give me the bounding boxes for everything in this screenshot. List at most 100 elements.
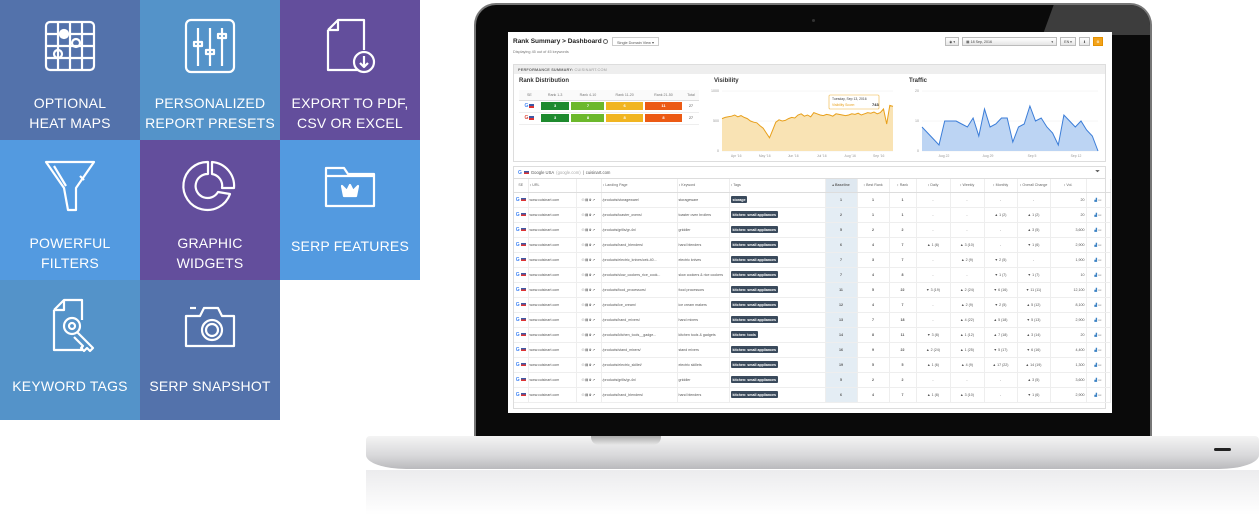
snapshot-icon[interactable]: ▭ bbox=[1098, 318, 1101, 322]
url-cell[interactable]: www.cuisinart.com bbox=[528, 192, 577, 208]
landing-page-link[interactable]: /products/grills/gr-4n/ bbox=[601, 372, 678, 388]
landing-page-link[interactable]: /products/hand_blenders/ bbox=[601, 387, 678, 403]
serp-feature-icons[interactable]: ⚇▤♛↗ bbox=[576, 342, 602, 358]
column-header[interactable]: ↕ Rank bbox=[889, 179, 917, 193]
settings-button[interactable]: ⚙ bbox=[1093, 37, 1103, 46]
url-cell[interactable]: www.cuisinart.com bbox=[528, 237, 577, 253]
keyword-tag[interactable]: kitchen: small appliances bbox=[730, 301, 779, 308]
serp-feature-icons[interactable]: ⚇▤♛↗ bbox=[576, 282, 602, 298]
column-header[interactable]: ↕ Monthly bbox=[984, 179, 1018, 193]
serp-feature-icons[interactable]: ⚇▤♛↗ bbox=[576, 312, 602, 328]
rank-bucket-cell[interactable]: 11 bbox=[644, 102, 682, 110]
serp-feature-icons[interactable]: ⚇▤♛↗ bbox=[576, 297, 602, 313]
url-cell[interactable]: www.cuisinart.com bbox=[528, 282, 577, 298]
snapshot-icon[interactable]: ▭ bbox=[1098, 258, 1101, 262]
keyword-tag[interactable]: kitchen: small appliances bbox=[730, 286, 779, 293]
keyword-tag[interactable]: kitchen: small appliances bbox=[730, 271, 779, 278]
snapshot-icon[interactable]: ▭ bbox=[1098, 303, 1101, 307]
landing-page-link[interactable]: /products/hand_blenders/ bbox=[601, 237, 678, 253]
serp-feature-icons[interactable]: ⚇▤♛↗ bbox=[576, 357, 602, 373]
filter-icon[interactable]: ⏷ bbox=[1095, 169, 1100, 176]
column-header[interactable]: ↕ URL bbox=[528, 179, 577, 193]
info-icon[interactable] bbox=[602, 38, 608, 44]
snapshot-icon[interactable]: ▭ bbox=[1098, 273, 1101, 277]
keyword-tag[interactable]: kitchen: small appliances bbox=[730, 316, 779, 323]
column-header[interactable]: ↕ Keyword bbox=[677, 179, 730, 193]
serp-feature-icons[interactable]: ⚇▤♛↗ bbox=[576, 222, 602, 238]
serp-feature-icons[interactable]: ⚇▤♛↗ bbox=[576, 192, 602, 208]
chart-icon[interactable]: ▟ bbox=[1094, 198, 1097, 202]
landing-page-link[interactable]: /products/stand_mixers/ bbox=[601, 342, 678, 358]
url-cell[interactable]: www.cuisinart.com bbox=[528, 342, 577, 358]
chart-icon[interactable]: ▟ bbox=[1094, 273, 1097, 277]
column-header[interactable]: ▴ Baseline bbox=[825, 179, 858, 193]
landing-page-link[interactable]: /products/hand_mixers/ bbox=[601, 312, 678, 328]
landing-page-link[interactable]: /products/food_processors/ bbox=[601, 282, 678, 298]
column-header[interactable]: ↕ Tags bbox=[729, 179, 826, 193]
landing-page-link[interactable]: /products/ice_cream/ bbox=[601, 297, 678, 313]
url-cell[interactable]: www.cuisinart.com bbox=[528, 222, 577, 238]
serp-feature-icons[interactable]: ⚇▤♛↗ bbox=[576, 237, 602, 253]
url-cell[interactable]: www.cuisinart.com bbox=[528, 297, 577, 313]
chart-icon[interactable]: ▟ bbox=[1094, 333, 1097, 337]
search-engine-dropdown[interactable]: ◉ ▾ bbox=[945, 37, 960, 46]
chart-icon[interactable]: ▟ bbox=[1094, 288, 1097, 292]
chart-icon[interactable]: ▟ bbox=[1094, 258, 1097, 262]
chart-icon[interactable]: ▟ bbox=[1094, 228, 1097, 232]
rank-bucket-cell[interactable]: 3 bbox=[540, 114, 570, 122]
column-header[interactable]: ↕ Weekly bbox=[950, 179, 985, 193]
keyword-tag[interactable]: kitchen: small appliances bbox=[730, 226, 779, 233]
landing-page-link[interactable]: /products/kitchen_tools__gadge... bbox=[601, 327, 678, 343]
url-cell[interactable]: www.cuisinart.com bbox=[528, 267, 577, 283]
date-picker[interactable]: ▦ 18 Sep, 2016 ▾ bbox=[962, 37, 1058, 46]
view-select[interactable]: Single Domain View ▾ bbox=[612, 37, 659, 46]
keyword-tag[interactable]: kitchen: small appliances bbox=[730, 361, 779, 368]
landing-page-link[interactable]: /products/toaster_ovens/ bbox=[601, 207, 678, 223]
keyword-tag[interactable]: storage bbox=[730, 196, 748, 203]
snapshot-icon[interactable]: ▭ bbox=[1098, 393, 1101, 397]
language-dropdown[interactable]: EN ▾ bbox=[1060, 37, 1076, 46]
rank-bucket-cell[interactable]: 8 bbox=[644, 114, 682, 122]
rank-bucket-cell[interactable]: 8 bbox=[606, 114, 643, 122]
rank-bucket-cell[interactable]: 7 bbox=[571, 102, 605, 110]
snapshot-icon[interactable]: ▭ bbox=[1098, 198, 1101, 202]
serp-feature-icons[interactable]: ⚇▤♛↗ bbox=[576, 387, 602, 403]
keyword-tag[interactable]: kitchen: small appliances bbox=[730, 211, 779, 218]
snapshot-icon[interactable]: ▭ bbox=[1098, 363, 1101, 367]
keyword-tag[interactable]: kitchen: small appliances bbox=[730, 256, 779, 263]
url-cell[interactable]: www.cuisinart.com bbox=[528, 252, 577, 268]
chart-icon[interactable]: ▟ bbox=[1094, 243, 1097, 247]
column-header[interactable]: SE bbox=[514, 179, 529, 193]
keyword-tag[interactable]: kitchen: small appliances bbox=[730, 241, 779, 248]
serp-feature-icons[interactable]: ⚇▤♛↗ bbox=[576, 372, 602, 388]
snapshot-icon[interactable]: ▭ bbox=[1098, 213, 1101, 217]
rank-bucket-cell[interactable]: 3 bbox=[540, 102, 570, 110]
keyword-tag[interactable]: kitchen: small appliances bbox=[730, 376, 779, 383]
snapshot-icon[interactable]: ▭ bbox=[1098, 288, 1101, 292]
column-header[interactable]: ↕ Best Rank bbox=[857, 179, 890, 193]
chart-icon[interactable]: ▟ bbox=[1094, 318, 1097, 322]
snapshot-icon[interactable]: ▭ bbox=[1098, 228, 1101, 232]
column-header[interactable]: ↕ Daily bbox=[916, 179, 951, 193]
landing-page-link[interactable]: /products/grills/gr-4n/ bbox=[601, 222, 678, 238]
snapshot-icon[interactable]: ▭ bbox=[1098, 348, 1101, 352]
column-header[interactable]: ↕ Overall Change bbox=[1017, 179, 1051, 193]
url-cell[interactable]: www.cuisinart.com bbox=[528, 387, 577, 403]
download-button[interactable]: ⬇ bbox=[1078, 37, 1090, 46]
url-cell[interactable]: www.cuisinart.com bbox=[528, 207, 577, 223]
chart-icon[interactable]: ▟ bbox=[1094, 393, 1097, 397]
serp-feature-icons[interactable]: ⚇▤♛↗ bbox=[576, 252, 602, 268]
chart-icon[interactable]: ▟ bbox=[1094, 378, 1097, 382]
url-cell[interactable]: www.cuisinart.com bbox=[528, 312, 577, 328]
column-header[interactable]: ↕ Vol. bbox=[1050, 179, 1087, 193]
rank-bucket-cell[interactable]: 8 bbox=[571, 114, 605, 122]
landing-page-link[interactable]: /products/storageware/ bbox=[601, 192, 678, 208]
url-cell[interactable]: www.cuisinart.com bbox=[528, 327, 577, 343]
landing-page-link[interactable]: /products/electric_knives/cek-40... bbox=[601, 252, 678, 268]
column-header[interactable]: ↕ Landing Page bbox=[601, 179, 678, 193]
chart-icon[interactable]: ▟ bbox=[1094, 348, 1097, 352]
chart-icon[interactable]: ▟ bbox=[1094, 213, 1097, 217]
keyword-tag[interactable]: kitchen: tools bbox=[730, 331, 758, 338]
url-cell[interactable]: www.cuisinart.com bbox=[528, 357, 577, 373]
landing-page-link[interactable]: /products/electric_skillet/ bbox=[601, 357, 678, 373]
